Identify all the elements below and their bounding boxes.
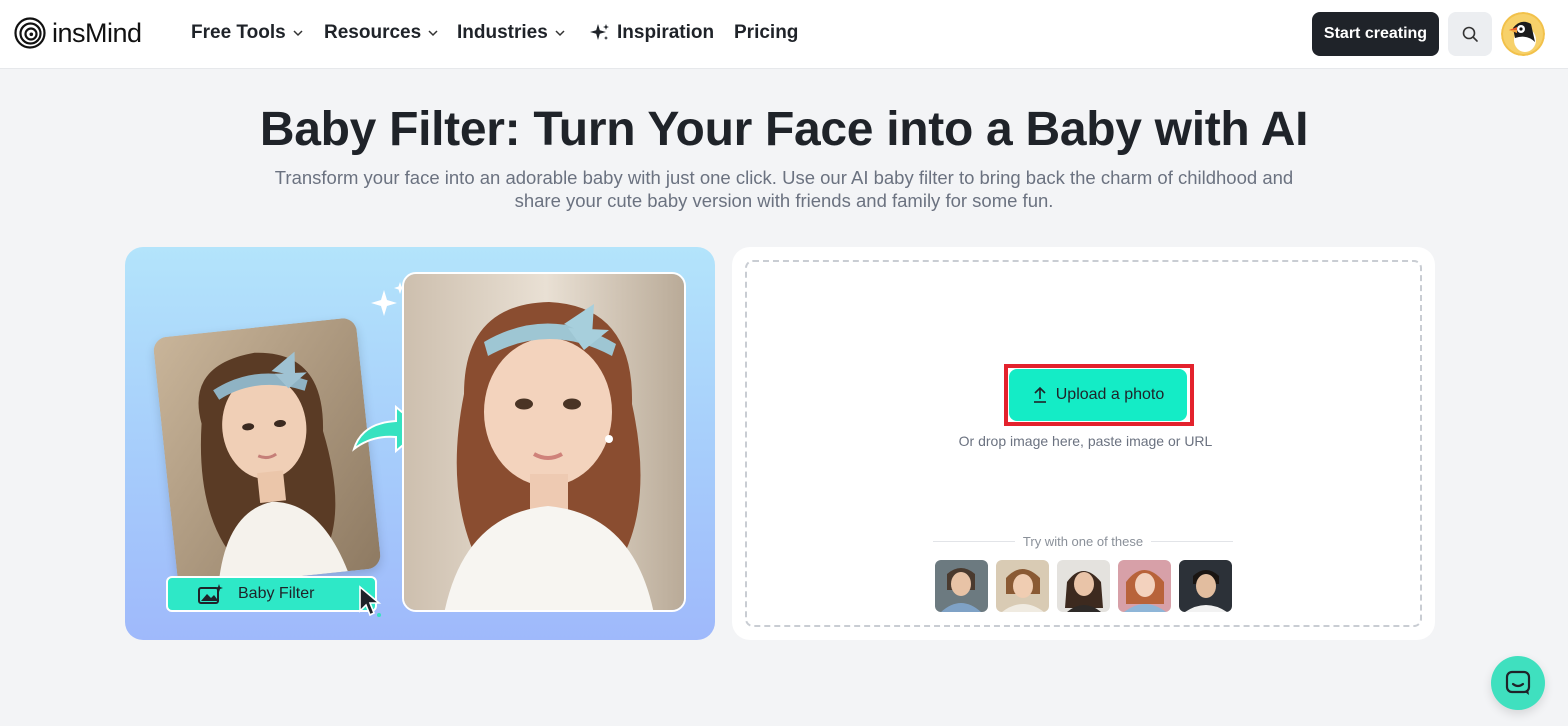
sparkle-icon [590,24,609,40]
chevron-down-icon [428,30,438,37]
sample-thumbnails [935,560,1232,612]
sample-thumbnail[interactable] [1118,560,1171,612]
divider [933,540,1015,542]
chat-support-button[interactable] [1491,656,1545,710]
example-banner: Baby Filter [125,247,715,640]
page-subtitle: Transform your face into an adorable bab… [274,167,1294,211]
chevron-down-icon [555,30,565,37]
chevron-down-icon [293,30,303,37]
nav-pricing[interactable]: Pricing [734,20,798,46]
upload-arrow-icon [1033,386,1046,403]
logo-swirl-icon [14,17,46,49]
sample-thumbnail[interactable] [1179,560,1232,612]
nav-inspiration[interactable]: Inspiration [589,20,714,46]
nav-inspiration-label: Inspiration [617,22,715,43]
upload-photo-button[interactable]: Upload a photo [1009,369,1187,421]
nav-resources-label: Resources [324,22,422,43]
nav-resources[interactable]: Resources [324,20,439,46]
search-button[interactable] [1448,12,1492,56]
drop-zone[interactable]: Upload a photo Or drop image here, paste… [745,260,1422,627]
sample-thumbnail[interactable] [1057,560,1110,612]
after-photo [402,272,686,612]
drop-hint-text: Or drop image here, paste image or URL [958,433,1213,449]
search-icon [1462,26,1478,42]
start-creating-button[interactable]: Start creating [1312,12,1439,56]
nav-pricing-label: Pricing [734,22,799,43]
sample-thumbnail[interactable] [935,560,988,612]
upload-card: Upload a photo Or drop image here, paste… [732,247,1435,640]
nav-industries[interactable]: Industries [457,20,566,46]
mouse-cursor-icon [359,585,382,617]
brand-logo[interactable]: insMind [14,15,142,51]
brand-name: insMind [52,17,142,48]
page-title: Baby Filter: Turn Your Face into a Baby … [259,103,1309,156]
top-header: insMind Free Tools Resources Industries … [0,0,1568,69]
baby-filter-label: Baby Filter [238,585,315,602]
try-samples-label: Try with one of these [1022,533,1144,549]
divider [1151,540,1233,542]
child-portrait-image [404,274,684,610]
image-sparkle-icon [198,584,223,604]
before-photo [152,317,382,589]
nav-free-tools[interactable]: Free Tools [191,20,304,46]
try-samples-label-row: Try with one of these [933,532,1233,550]
sample-thumbnail[interactable] [996,560,1049,612]
nav-free-tools-label: Free Tools [191,22,286,43]
baby-filter-pill: Baby Filter [166,576,377,612]
chat-icon [1505,670,1531,695]
user-avatar[interactable] [1501,12,1545,56]
nav-industries-label: Industries [457,22,548,43]
woman-portrait-image [152,317,382,589]
upload-photo-label: Upload a photo [1055,386,1165,403]
puffin-avatar-icon [1501,12,1545,56]
